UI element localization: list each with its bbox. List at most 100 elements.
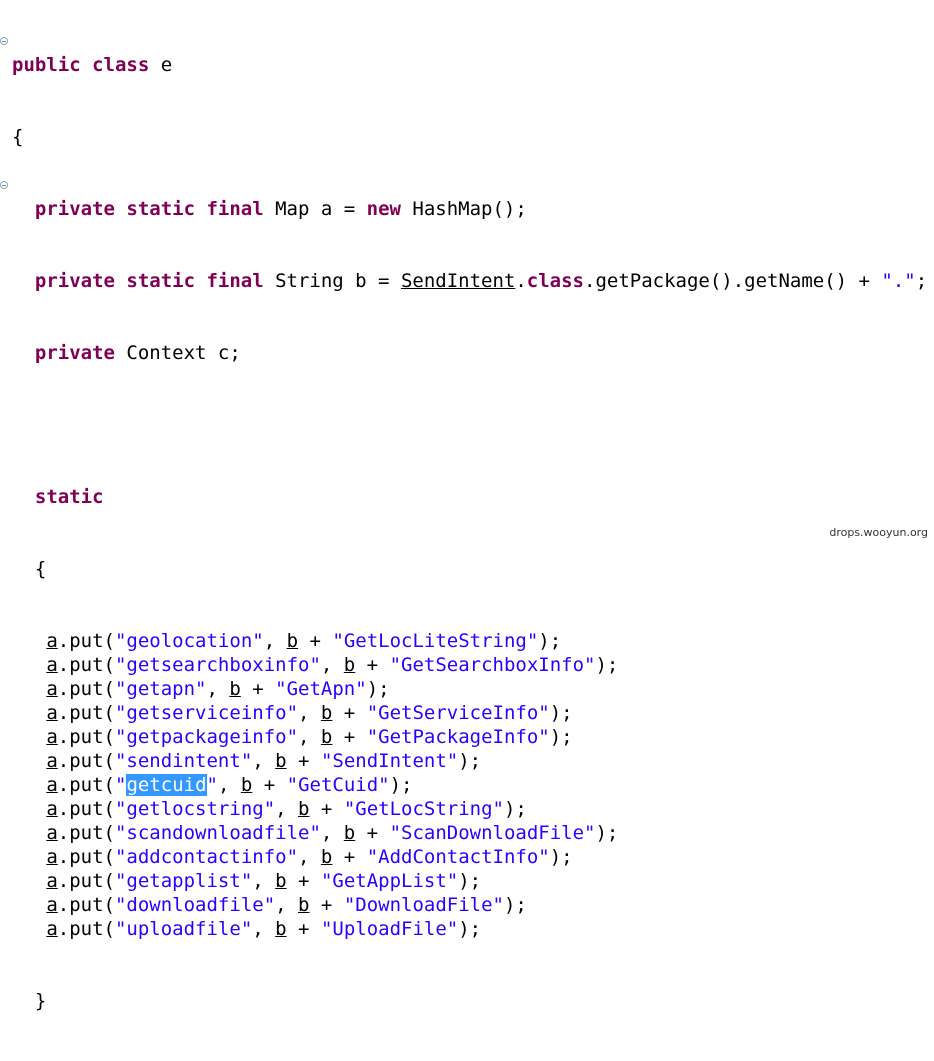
code-fragment: String b = (263, 270, 401, 292)
keyword: private static final (34, 270, 264, 292)
code-line: a.put("scandownloadfile", b + "ScanDownl… (12, 821, 927, 845)
code-line: a.put("getapn", b + "GetApn"); (12, 677, 927, 701)
class-name: e (149, 54, 173, 76)
field-ref-a[interactable]: a (46, 750, 57, 772)
code-fragment: ; (915, 270, 928, 292)
field-ref-a[interactable]: a (46, 774, 57, 796)
code-fragment: .put( (57, 846, 115, 868)
field-ref-b[interactable]: b (298, 894, 309, 916)
code-fragment: . (515, 270, 527, 292)
field-ref-a[interactable]: a (46, 726, 57, 748)
field-ref-a[interactable]: a (46, 870, 57, 892)
code-line: a.put("sendintent", b + "SendIntent"); (12, 749, 927, 773)
string-literal: "getpackageinfo" (114, 726, 299, 748)
code-line: private static final Map a = new HashMap… (12, 197, 927, 221)
code-fragment: Context c; (114, 342, 241, 364)
string-literal: "downloadfile" (114, 894, 276, 916)
code-fragment: .put( (57, 630, 115, 652)
string-literal: "getlocstring" (114, 798, 276, 820)
code-fragment: , (206, 678, 230, 700)
code-fragment: .put( (57, 750, 115, 772)
string-literal: "uploadfile" (114, 918, 253, 940)
field-ref-b[interactable]: b (321, 846, 332, 868)
field-ref-b[interactable]: b (344, 654, 355, 676)
code-fragment: + (252, 774, 287, 796)
code-fragment: , (298, 726, 321, 748)
field-ref-a[interactable]: a (46, 894, 57, 916)
code-fragment: + (332, 702, 367, 724)
field-ref-b[interactable]: b (275, 870, 286, 892)
code-fragment: , (217, 774, 241, 796)
fold-collapse-icon[interactable]: − (0, 181, 8, 190)
code-fragment: + (309, 798, 344, 820)
field-ref-a[interactable]: a (46, 678, 57, 700)
string-literal: "AddContactInfo" (366, 846, 550, 868)
keyword: class (526, 270, 584, 292)
code-line: static (12, 485, 927, 509)
code-line: a.put("getcuid", b + "GetCuid"); (12, 773, 927, 797)
code-fragment: + (286, 750, 321, 772)
code-fragment: .put( (57, 918, 115, 940)
code-fragment: + (355, 822, 390, 844)
code-fragment: + (286, 918, 321, 940)
selected-text[interactable]: getcuid (126, 774, 207, 796)
code-fragment: HashMap(); (400, 198, 527, 220)
code-line: private Context c; (12, 341, 927, 365)
fold-collapse-icon[interactable]: − (0, 37, 8, 46)
code-fragment: .put( (57, 870, 115, 892)
field-ref-a[interactable]: a (46, 918, 57, 940)
code-text[interactable]: public class e { private static final Ma… (12, 5, 927, 1061)
string-literal: "sendintent" (114, 750, 253, 772)
code-fragment: , (320, 654, 344, 676)
watermark: drops.wooyun.org (829, 526, 928, 539)
field-ref-b[interactable]: b (275, 918, 286, 940)
string-literal: " (114, 774, 127, 796)
code-line: a.put("getlocstring", b + "GetLocString"… (12, 797, 927, 821)
code-fragment: ); (595, 654, 619, 676)
field-ref-b[interactable]: b (229, 678, 240, 700)
string-literal: "GetPackageInfo" (366, 726, 550, 748)
code-fragment: + (309, 894, 344, 916)
field-ref-b[interactable]: b (275, 750, 286, 772)
field-ref-b[interactable]: b (241, 774, 252, 796)
keyword: new (366, 198, 401, 220)
field-ref-a[interactable]: a (46, 630, 57, 652)
string-literal: "getsearchboxinfo" (114, 654, 321, 676)
type-reference[interactable]: SendIntent (401, 270, 515, 292)
code-fragment: .put( (57, 894, 115, 916)
string-literal: "getserviceinfo" (114, 702, 299, 724)
code-editor[interactable]: − − public class e { private static fina… (0, 0, 934, 1012)
field-ref-b[interactable]: b (287, 630, 298, 652)
string-literal: "getapn" (114, 678, 207, 700)
code-line: public class e (12, 53, 927, 77)
field-ref-a[interactable]: a (46, 822, 57, 844)
string-literal: "scandownloadfile" (114, 822, 321, 844)
code-fragment: ); (458, 750, 482, 772)
string-literal: " (206, 774, 218, 796)
keyword: public class (12, 54, 150, 76)
code-fragment: , (298, 702, 321, 724)
string-literal: "ScanDownloadFile" (389, 822, 596, 844)
field-ref-a[interactable]: a (46, 846, 57, 868)
code-fragment: .put( (57, 726, 115, 748)
code-fragment: + (332, 846, 367, 868)
string-literal: "SendIntent" (320, 750, 459, 772)
code-fragment: ); (503, 894, 527, 916)
code-fragment: + (286, 870, 321, 892)
field-ref-b[interactable]: b (321, 726, 332, 748)
code-line: { (12, 125, 927, 149)
code-line: a.put("uploadfile", b + "UploadFile"); (12, 917, 927, 941)
field-ref-b[interactable]: b (321, 702, 332, 724)
field-ref-b[interactable]: b (344, 822, 355, 844)
code-fragment: ); (549, 726, 573, 748)
field-ref-a[interactable]: a (46, 654, 57, 676)
code-line: a.put("addcontactinfo", b + "AddContactI… (12, 845, 927, 869)
string-literal: "geolocation" (114, 630, 264, 652)
field-ref-a[interactable]: a (46, 798, 57, 820)
code-fragment: , (320, 822, 344, 844)
field-ref-a[interactable]: a (46, 702, 57, 724)
code-line: a.put("downloadfile", b + "DownloadFile"… (12, 893, 927, 917)
brace: { (34, 558, 47, 580)
field-ref-b[interactable]: b (298, 798, 309, 820)
code-fragment: .put( (57, 702, 115, 724)
